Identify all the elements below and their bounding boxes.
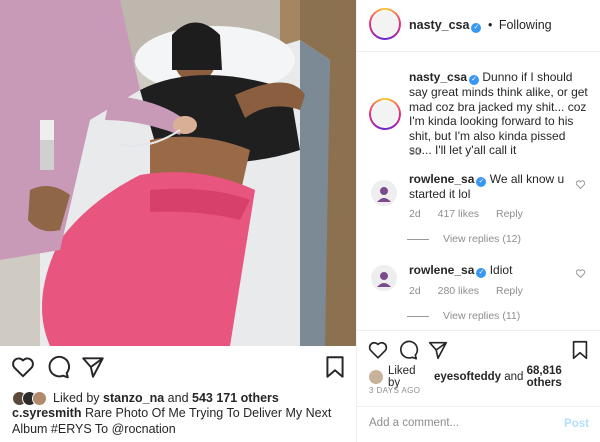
comment-meta: 2d 280 likes Reply	[409, 285, 523, 297]
post-caption: c.syresmith Rare Photo Of Me Trying To D…	[12, 405, 352, 437]
comment-meta: 2d 417 likes Reply	[409, 208, 523, 220]
comment-time: 2d	[409, 285, 421, 297]
avatar[interactable]	[369, 98, 401, 130]
comment-item: rowlene_sa ✓ We all know u started it lol	[409, 172, 569, 202]
comment-time: 3d	[409, 146, 421, 158]
heart-icon[interactable]	[367, 339, 389, 361]
comment-username[interactable]: rowlene_sa	[409, 172, 474, 186]
liker-username[interactable]: eyesofteddy	[434, 371, 501, 383]
comment-item: nasty_csa ✓ Dunno if I should say great m…	[409, 70, 589, 158]
likes-and: and	[167, 391, 189, 405]
avatar[interactable]	[371, 180, 397, 206]
avatar	[369, 370, 383, 384]
comment-text: Idiot	[489, 263, 513, 277]
liker-username[interactable]: stanzo_na	[103, 391, 164, 405]
comment-icon[interactable]	[397, 339, 419, 361]
verified-icon: ✓	[476, 177, 487, 187]
comments-panel: nasty_csa ✓ • Following nasty_csa ✓ Dunno …	[356, 0, 600, 442]
left-panel: Liked by stanzo_na and 543 171 others c.…	[0, 0, 356, 442]
verified-icon: ✓	[469, 75, 480, 85]
post-date: 3 DAYS AGO	[369, 386, 421, 395]
avatar[interactable]	[369, 8, 401, 40]
view-replies[interactable]: View replies (12)	[407, 233, 521, 245]
header-separator: •	[487, 18, 493, 32]
following-button[interactable]: Following	[499, 18, 552, 32]
post-actions	[0, 354, 356, 382]
liker-avatars	[12, 390, 47, 406]
post-photo[interactable]	[0, 0, 356, 346]
comment-username[interactable]: rowlene_sa	[409, 263, 474, 277]
share-icon[interactable]	[427, 339, 449, 361]
verified-icon: ✓	[476, 268, 487, 278]
post-button[interactable]: Post	[564, 418, 589, 430]
comment-icon[interactable]	[45, 354, 71, 380]
post-photo-illustration	[0, 0, 356, 346]
comment-username[interactable]: nasty_csa	[409, 70, 467, 84]
bookmark-icon[interactable]	[322, 354, 348, 380]
caption-username[interactable]: c.syresmith	[12, 406, 81, 420]
comment-like-icon[interactable]	[575, 268, 586, 279]
comment-likes[interactable]: 417 likes	[438, 208, 479, 220]
comment-like-icon[interactable]	[575, 179, 586, 190]
reply-button[interactable]: Reply	[496, 208, 523, 220]
post-header: nasty_csa ✓ • Following	[357, 0, 600, 52]
header-user: nasty_csa ✓ • Following	[409, 18, 552, 33]
comment-time: 2d	[409, 208, 421, 220]
view-replies-label[interactable]: View replies (11)	[443, 310, 520, 322]
heart-icon[interactable]	[10, 354, 36, 380]
view-replies[interactable]: View replies (11)	[407, 310, 520, 322]
reply-button[interactable]: Reply	[496, 285, 523, 297]
header-username[interactable]: nasty_csa	[409, 18, 469, 32]
share-icon[interactable]	[80, 354, 106, 380]
likes-count[interactable]: 68,816 others	[527, 365, 600, 389]
comment-input[interactable]	[369, 417, 549, 429]
view-replies-label[interactable]: View replies (12)	[443, 233, 521, 245]
verified-icon: ✓	[471, 23, 482, 33]
comment-likes[interactable]: 280 likes	[438, 285, 479, 297]
avatar[interactable]	[371, 265, 397, 291]
likes-prefix: Liked by	[53, 391, 100, 405]
comment-item: rowlene_sa ✓ Idiot	[409, 263, 569, 278]
likes-count[interactable]: 543 171 others	[192, 391, 279, 405]
likes-and: and	[504, 371, 524, 383]
bookmark-icon[interactable]	[569, 339, 591, 361]
add-comment-bar: Post	[357, 406, 600, 442]
